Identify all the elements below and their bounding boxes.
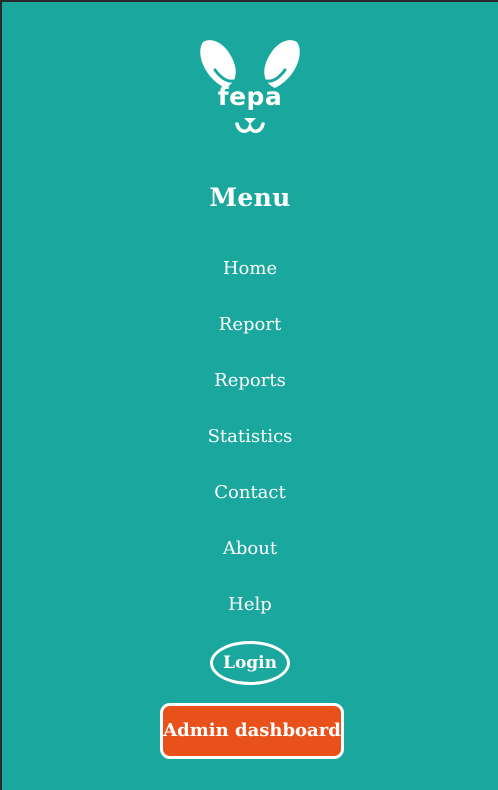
nav-item-about[interactable]: About [2, 537, 498, 593]
admin-dashboard-button[interactable]: Admin dashboard [160, 703, 344, 759]
fepa-logo[interactable]: fepa [195, 36, 305, 146]
logo-text: fepa [217, 82, 283, 111]
nav-item-statistics[interactable]: Statistics [2, 425, 498, 481]
menu-title: Menu [209, 183, 291, 212]
login-button[interactable]: Login [210, 641, 290, 685]
side-menu-panel: fepa Menu Home Report Reports Statistics… [2, 2, 498, 790]
nav-item-contact[interactable]: Contact [2, 481, 498, 537]
main-nav: Home Report Reports Statistics Contact A… [2, 257, 498, 649]
nav-item-reports[interactable]: Reports [2, 369, 498, 425]
nav-item-home[interactable]: Home [2, 257, 498, 313]
nav-item-report[interactable]: Report [2, 313, 498, 369]
